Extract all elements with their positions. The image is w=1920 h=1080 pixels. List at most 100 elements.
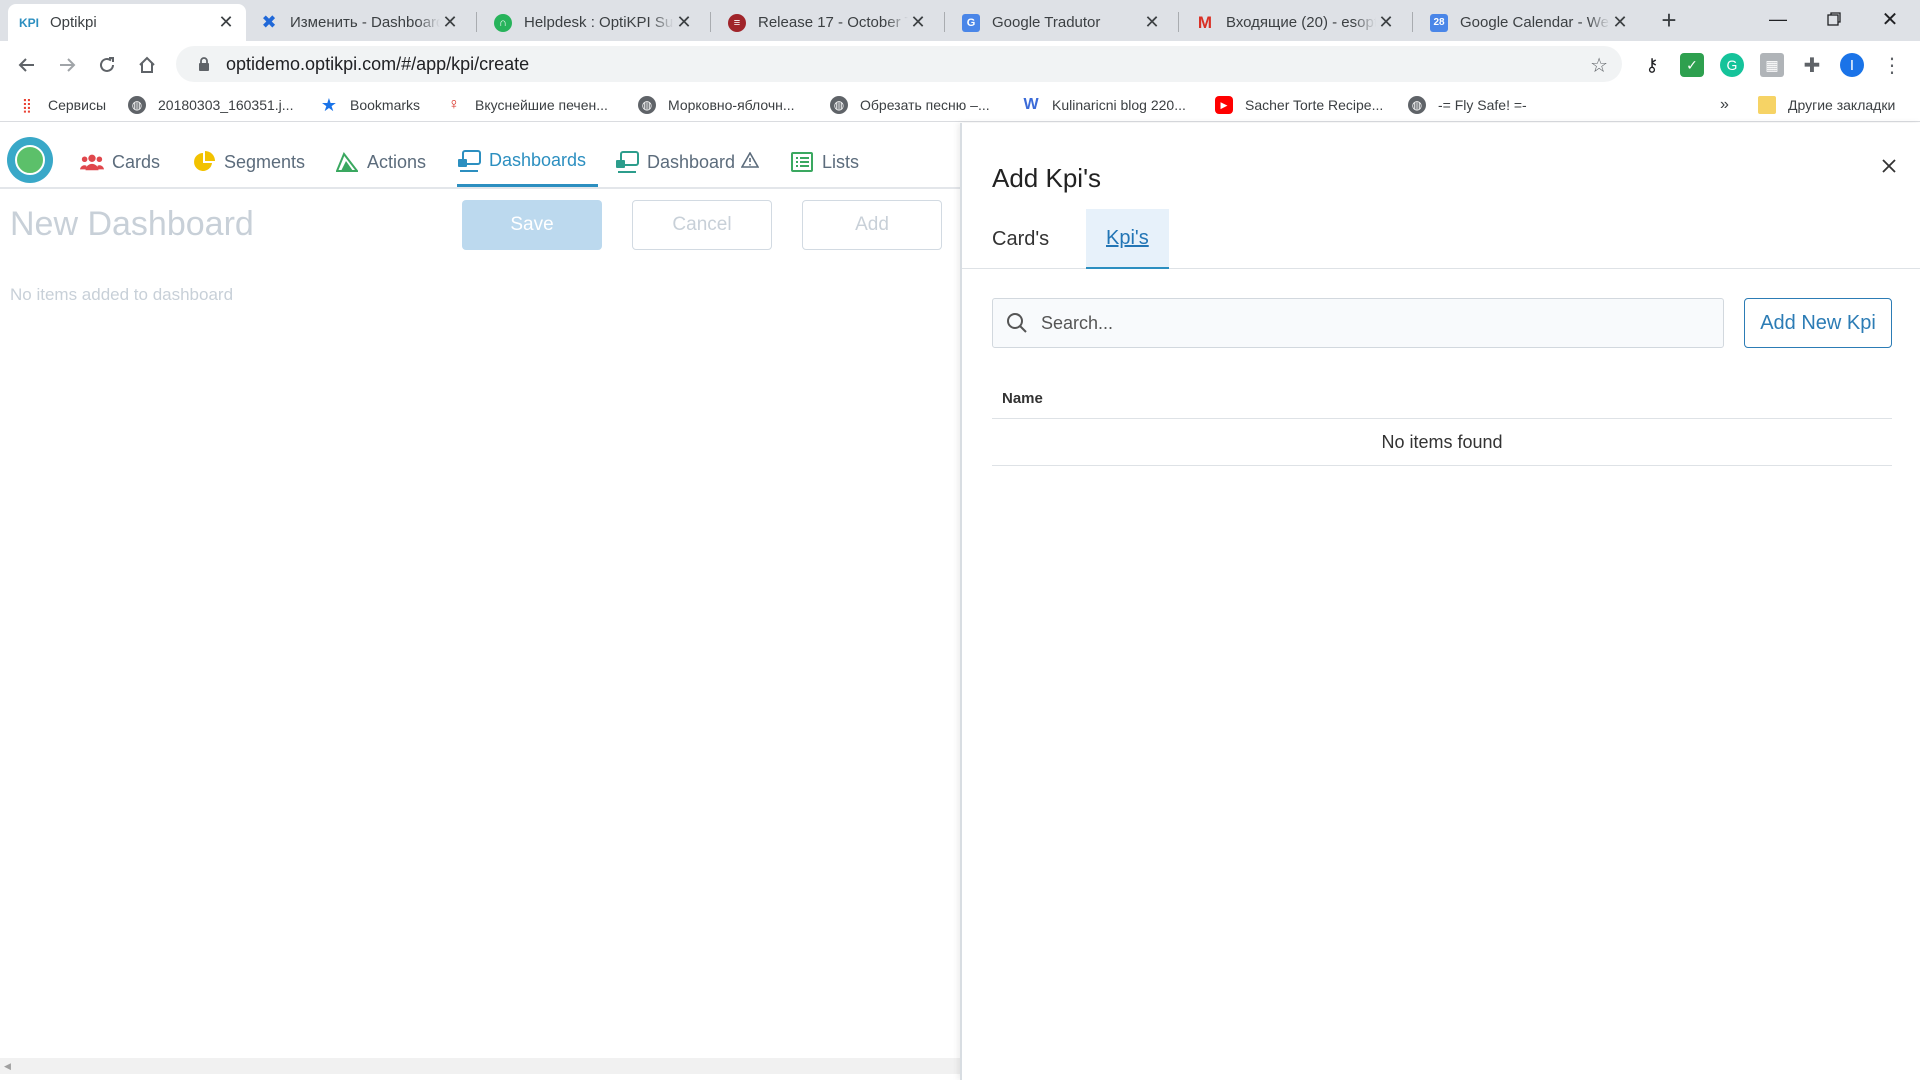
- bookmark-item[interactable]: ◍ Морковно-яблочн...: [638, 88, 795, 122]
- tab-separator: [476, 12, 477, 32]
- nav-item-segments[interactable]: Segments: [192, 137, 305, 187]
- add-kpi-drawer: Add Kpi's Card's Kpi's Add New Kpi Name …: [960, 123, 1920, 1080]
- nav-item-dashboard-warning[interactable]: Dashboard: [615, 137, 760, 187]
- shield-extension-icon[interactable]: ✓: [1680, 53, 1704, 77]
- bookmark-star-icon[interactable]: ☆: [1590, 53, 1608, 78]
- bookmark-label: 20180303_160351.j...: [158, 97, 294, 113]
- close-window-button[interactable]: ✕: [1862, 0, 1918, 38]
- bookmark-label: Сервисы: [48, 97, 107, 113]
- tab-title: Входящие (20) - esopt: [1226, 14, 1376, 31]
- bookmark-label: Bookmarks: [350, 97, 421, 113]
- bookmark-item[interactable]: ◍ 20180303_160351.j...: [128, 88, 293, 122]
- add-new-kpi-button[interactable]: Add New Kpi: [1744, 298, 1892, 348]
- cancel-button[interactable]: Cancel: [632, 200, 772, 250]
- new-tab-button[interactable]: +: [1655, 6, 1683, 34]
- bookmark-label: Обрезать песню –...: [860, 97, 990, 113]
- browser-tab-translate[interactable]: G Google Tradutor ✕: [950, 4, 1172, 41]
- globe-icon: ◍: [830, 96, 848, 114]
- address-bar[interactable]: optidemo.optikpi.com/#/app/kpi/create ☆: [176, 46, 1622, 82]
- other-bookmarks-folder[interactable]: Другие закладки: [1758, 88, 1895, 122]
- users-icon: [80, 151, 104, 173]
- search-input[interactable]: [1041, 312, 1691, 334]
- bookmark-item[interactable]: W Kulinaricni blog 220...: [1022, 88, 1186, 122]
- key-extension-icon[interactable]: ⚷: [1640, 53, 1664, 77]
- browser-tab-helpdesk[interactable]: ∩ Helpdesk : OptiKPI Sup ✕: [482, 4, 704, 41]
- nav-item-cards[interactable]: Cards: [80, 137, 160, 187]
- tab-separator: [1412, 12, 1413, 32]
- browser-tab-strip: KPI Optikpi ✕ ✖ Изменить - Dashboard ✕ ∩…: [0, 0, 1920, 41]
- star-icon: ★: [320, 94, 338, 115]
- release-icon: ≡: [728, 13, 746, 32]
- confluence-icon: ✖: [261, 12, 277, 32]
- horizontal-scrollbar[interactable]: ◀: [0, 1058, 960, 1074]
- nav-label: Actions: [367, 151, 427, 172]
- dashboard-icon: [615, 151, 639, 173]
- bookmark-item[interactable]: ♀ Вкуснейшие печен...: [445, 88, 608, 122]
- close-tab-icon[interactable]: ✕: [1376, 12, 1396, 33]
- optikpi-favicon: KPI: [19, 15, 40, 30]
- tab-title: Изменить - Dashboard: [290, 14, 440, 31]
- bookmark-label: Другие закладки: [1788, 97, 1896, 113]
- bookmark-services[interactable]: ⣿ Сервисы: [18, 88, 106, 122]
- minimize-window-button[interactable]: —: [1750, 0, 1806, 38]
- reload-button[interactable]: [91, 49, 123, 81]
- google-translate-icon: G: [962, 13, 980, 32]
- more-bookmarks-button[interactable]: »: [1720, 88, 1729, 122]
- app-main: Cards Segments Actions Dashboards Dashbo: [0, 123, 960, 1080]
- tab-title: Google Calendar - Wee: [1460, 14, 1610, 31]
- scroll-left-icon[interactable]: ◀: [4, 1061, 11, 1072]
- browser-tab-release[interactable]: ≡ Release 17 - October T ✕: [716, 4, 938, 41]
- browser-menu-icon[interactable]: ⋮: [1880, 53, 1904, 77]
- bookmark-label: Kulinaricni blog 220...: [1052, 97, 1186, 113]
- browser-tab-calendar[interactable]: 28 Google Calendar - Wee ✕: [1418, 4, 1640, 41]
- forward-button[interactable]: [51, 49, 83, 81]
- calendar-icon: 28: [1430, 13, 1448, 32]
- browser-tab-gmail[interactable]: M Входящие (20) - esopt ✕: [1184, 4, 1406, 41]
- bookmark-label: -= Fly Safe! =-: [1438, 97, 1527, 113]
- bookmark-item[interactable]: ◍ -= Fly Safe! =-: [1408, 88, 1527, 122]
- bookmark-item[interactable]: ◍ Обрезать песню –...: [830, 88, 990, 122]
- browser-tab-optikpi[interactable]: KPI Optikpi ✕: [8, 4, 246, 41]
- bookmark-label: Вкуснейшие печен...: [475, 97, 608, 113]
- close-drawer-button[interactable]: [1874, 151, 1904, 181]
- browser-tab-confluence[interactable]: ✖ Изменить - Dashboard ✕: [248, 4, 470, 41]
- column-header-name[interactable]: Name: [1002, 390, 1043, 407]
- bookmarks-bar: ⣿ Сервисы ◍ 20180303_160351.j... ★ Bookm…: [0, 88, 1920, 122]
- grammarly-extension-icon[interactable]: G: [1720, 53, 1744, 77]
- folder-icon: [1758, 96, 1776, 114]
- restore-window-button[interactable]: [1806, 0, 1862, 38]
- back-button[interactable]: [11, 49, 43, 81]
- close-tab-icon[interactable]: ✕: [440, 12, 460, 33]
- close-tab-icon[interactable]: ✕: [674, 12, 694, 33]
- youtube-icon: ▶: [1215, 96, 1233, 114]
- tab-separator: [710, 12, 711, 32]
- add-button[interactable]: Add: [802, 200, 942, 250]
- tab-title: Helpdesk : OptiKPI Sup: [524, 14, 674, 31]
- optikpi-logo[interactable]: [7, 137, 53, 183]
- tab-cards[interactable]: Card's: [992, 209, 1069, 269]
- empty-dashboard-message: No items added to dashboard: [10, 285, 234, 304]
- profile-avatar[interactable]: I: [1840, 53, 1864, 77]
- drawer-title: Add Kpi's: [992, 163, 1102, 193]
- helpdesk-icon: ∩: [494, 13, 512, 32]
- nav-item-actions[interactable]: Actions: [335, 137, 426, 187]
- close-tab-icon[interactable]: ✕: [908, 12, 928, 33]
- tab-kpis[interactable]: Kpi's: [1086, 209, 1169, 269]
- extensions-puzzle-icon[interactable]: ✚: [1800, 53, 1824, 77]
- image-extension-icon[interactable]: ▦: [1760, 53, 1784, 77]
- bookmark-label: Sacher Torte Recipe...: [1245, 97, 1384, 113]
- list-icon: [790, 151, 814, 173]
- bookmark-item[interactable]: ★ Bookmarks: [320, 88, 420, 122]
- close-tab-icon[interactable]: ✕: [1610, 12, 1630, 33]
- close-tab-icon[interactable]: ✕: [216, 12, 236, 33]
- dashboard-icon: [457, 149, 481, 172]
- home-icon: [139, 56, 155, 73]
- nav-item-dashboards[interactable]: Dashboards: [457, 137, 599, 187]
- home-button[interactable]: [131, 49, 163, 81]
- save-button[interactable]: Save: [462, 200, 602, 250]
- tab-title: Release 17 - October T: [758, 14, 908, 31]
- bookmark-item[interactable]: ▶ Sacher Torte Recipe...: [1215, 88, 1383, 122]
- nav-item-lists[interactable]: Lists: [790, 137, 859, 187]
- tab-separator: [944, 12, 945, 32]
- close-tab-icon[interactable]: ✕: [1142, 12, 1162, 33]
